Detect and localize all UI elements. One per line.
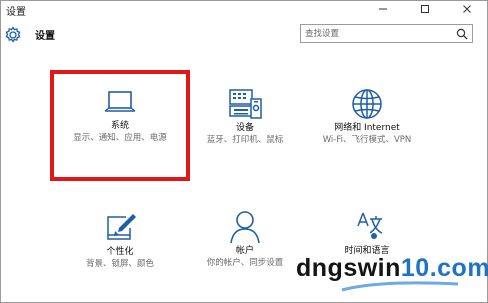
tile-network-title: 网络和 Internet	[334, 123, 400, 133]
close-button[interactable]	[446, 0, 488, 18]
tile-personalization-title: 个性化	[106, 247, 134, 257]
minimize-icon	[379, 8, 387, 10]
search-box	[300, 24, 473, 43]
search-input[interactable]	[305, 26, 450, 41]
tile-accounts-desc: 你的帐户、同步设置	[206, 258, 284, 268]
tile-devices[interactable]: 设备 蓝牙、打印机、鼠标	[175, 88, 315, 146]
close-icon	[463, 5, 471, 13]
tile-time-language[interactable]: 时间和语言	[297, 210, 437, 257]
tile-devices-title: 设备	[235, 123, 254, 133]
page-title: 设置	[35, 31, 55, 42]
person-icon	[230, 211, 260, 244]
tile-personalization-desc: 背景、锁屏、颜色	[85, 259, 154, 269]
minimize-button[interactable]	[362, 0, 404, 18]
maximize-icon	[421, 5, 429, 13]
tile-network-desc: Wi-Fi、飞行模式、VPN	[322, 135, 412, 145]
tile-personalization[interactable]: 个性化 背景、锁屏、颜色	[50, 212, 190, 270]
tile-accounts-title: 帐户	[235, 246, 254, 256]
tile-network[interactable]: 网络和 Internet Wi-Fi、飞行模式、VPN	[297, 88, 437, 146]
maximize-button[interactable]	[404, 0, 446, 18]
watermark-accent: 10.com	[400, 254, 488, 282]
tile-devices-desc: 蓝牙、打印机、鼠标	[206, 135, 284, 145]
window-title: 设置	[6, 7, 26, 18]
search-icon[interactable]	[456, 28, 468, 40]
window-controls	[362, 0, 488, 18]
highlight-box	[50, 70, 190, 181]
time-language-icon	[357, 212, 383, 239]
devices-icon	[229, 89, 262, 119]
watermark: dngswin10.com	[296, 254, 488, 283]
personalization-icon	[107, 214, 136, 240]
tile-accounts[interactable]: 帐户 你的帐户、同步设置	[175, 210, 315, 269]
gear-icon	[5, 26, 21, 43]
globe-icon	[352, 89, 382, 119]
watermark-main: dngswin	[296, 254, 401, 282]
